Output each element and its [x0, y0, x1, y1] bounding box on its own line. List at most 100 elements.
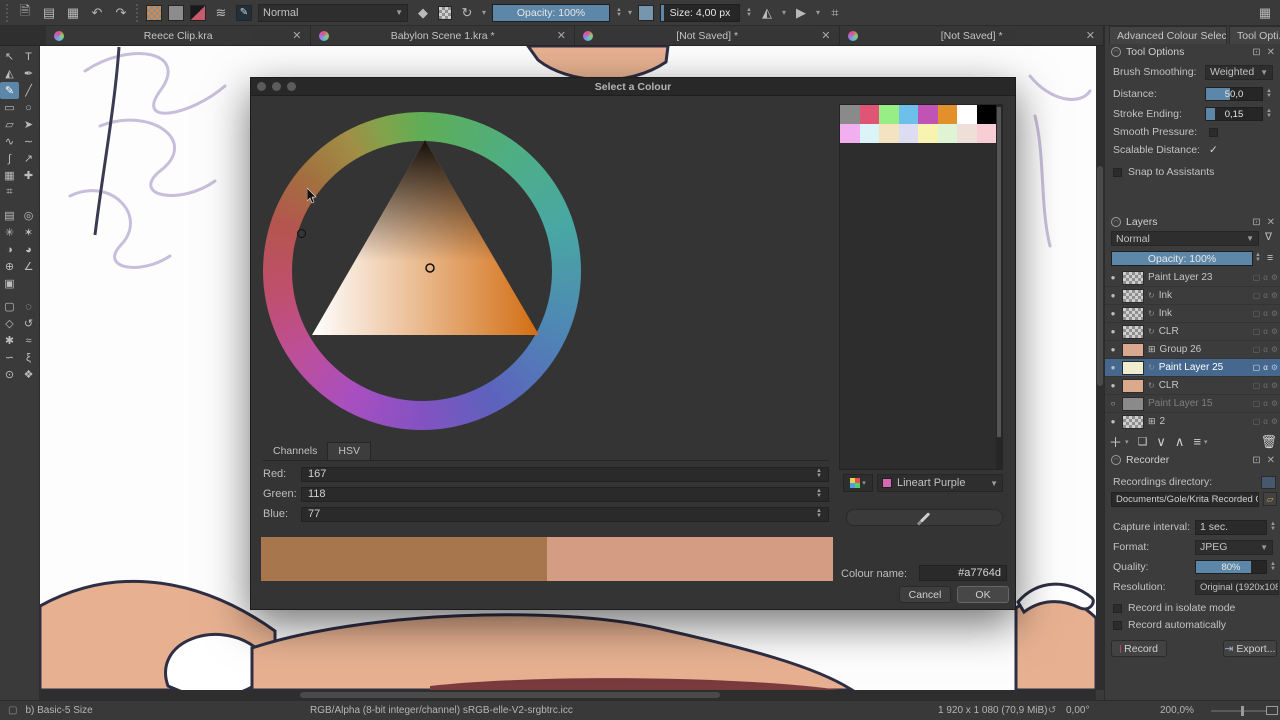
tab-reece-clip[interactable]: Reece Clip.kra ✕	[46, 26, 311, 45]
bezier-select-tool[interactable]: ∽	[0, 349, 19, 366]
palette-swatch-11[interactable]	[899, 124, 919, 143]
smart-patch-tool[interactable]: ✶	[19, 224, 38, 241]
new-document-button[interactable]: 🗎	[16, 4, 34, 22]
layer-style-icon[interactable]: ⚙	[1271, 327, 1278, 336]
layer-style-icon[interactable]: ⚙	[1271, 345, 1278, 354]
export-button[interactable]: ⇥ Export...	[1223, 640, 1277, 657]
layer-row-4[interactable]: ●⊞Group 26▢α⚙	[1105, 341, 1280, 359]
opacity-spinner[interactable]: ▲▼	[616, 8, 622, 18]
inherit-alpha-icon[interactable]: ↻	[1148, 291, 1155, 300]
capture-interval-input[interactable]: 1 sec.	[1195, 520, 1267, 535]
group-folder-icon[interactable]: ⊞	[1148, 416, 1156, 427]
layer-visibility-icon[interactable]: ●	[1108, 363, 1118, 372]
recordings-path-input[interactable]: Documents/Gole/Krita Recorded Clips	[1111, 492, 1259, 507]
quality-spinner[interactable]: ▲▼	[1270, 562, 1276, 572]
close-icon[interactable]: ✕	[1267, 217, 1275, 228]
blue-spinner[interactable]: ▲▼	[816, 509, 822, 519]
line-tool[interactable]: ╱	[19, 82, 38, 99]
tab-advanced-colour-selector[interactable]: Advanced Colour Selec...	[1109, 26, 1227, 44]
tab-hsv[interactable]: HSV	[327, 442, 371, 460]
green-input[interactable]: 118 ▲▼	[301, 487, 829, 502]
record-button[interactable]: Record	[1111, 640, 1167, 657]
alpha-lock-icon[interactable]: α	[1263, 309, 1268, 318]
layer-style-icon[interactable]: ⚙	[1271, 363, 1278, 372]
brush-preset-label[interactable]: b) Basic-5 Size	[25, 705, 92, 716]
fill-tool[interactable]: ◑	[0, 241, 19, 258]
brush-settings-button[interactable]: ≋	[212, 4, 230, 22]
lock-icon[interactable]: ▢	[1253, 399, 1261, 408]
calligraphy-tool[interactable]: ✒	[19, 65, 38, 82]
move-layer-down-button[interactable]: ∨	[1156, 434, 1166, 450]
similar-select-tool[interactable]: ≈	[19, 332, 38, 349]
layer-blend-mode-dropdown[interactable]: Normal ▼	[1111, 231, 1259, 246]
canvas-angle-value[interactable]: 0,00°	[1066, 705, 1089, 716]
rotate-canvas-icon[interactable]: ↺	[1048, 705, 1056, 716]
layer-row-7[interactable]: ○Paint Layer 15▢α⚙	[1105, 395, 1280, 413]
layer-row-0[interactable]: ●Paint Layer 23▢α⚙	[1105, 269, 1280, 287]
lock-icon[interactable]: ▢	[1253, 363, 1261, 372]
resolution-dropdown[interactable]: Original (1920x1080) ▼	[1195, 580, 1279, 595]
brush-smoothing-dropdown[interactable]: Weighted ▼	[1205, 65, 1273, 80]
alpha-lock-icon[interactable]: α	[1263, 417, 1268, 426]
ok-button[interactable]: OK	[957, 586, 1009, 603]
transform-tool[interactable]: ▦	[0, 167, 19, 184]
layer-row-1[interactable]: ●↻Ink▢α⚙	[1105, 287, 1280, 305]
select-shapes-tool[interactable]: ↖	[0, 48, 19, 65]
layer-visibility-icon[interactable]: ●	[1108, 417, 1118, 426]
canvas-vertical-scrollbar[interactable]	[1096, 46, 1104, 690]
tab-channels[interactable]: Channels	[263, 443, 327, 460]
green-spinner[interactable]: ▲▼	[816, 489, 822, 499]
alpha-lock-icon[interactable]: α	[1263, 291, 1268, 300]
layer-filter-icon[interactable]: ∇	[1265, 231, 1272, 243]
flow-swatch[interactable]	[638, 5, 654, 21]
stroke-ending-slider[interactable]: 0,15	[1205, 107, 1263, 121]
pan-tool[interactable]: ❖	[19, 366, 38, 383]
stroke-ending-spinner[interactable]: ▲▼	[1266, 109, 1272, 119]
layer-row-5[interactable]: ●↻Paint Layer 25▢α⚙	[1105, 359, 1280, 377]
alpha-lock-icon[interactable]: α	[1263, 273, 1268, 282]
assistants-tool[interactable]: ⊕	[0, 258, 19, 275]
palette-swatch-14[interactable]	[957, 124, 977, 143]
rect-select-tool[interactable]: ▢	[0, 298, 19, 315]
magnetic-select-tool[interactable]: ξ	[19, 349, 38, 366]
layer-style-icon[interactable]: ⚙	[1271, 309, 1278, 318]
tab-babylon-scene[interactable]: Babylon Scene 1.kra * ✕	[311, 26, 576, 45]
saturation-triangle[interactable]	[306, 133, 546, 343]
palette-swatch-6[interactable]	[957, 105, 977, 124]
layer-visibility-icon[interactable]: ●	[1108, 381, 1118, 390]
close-icon[interactable]: ✕	[549, 29, 566, 42]
palette-chooser-button[interactable]: ▾	[843, 474, 873, 492]
layer-properties-button[interactable]: ≡	[1193, 434, 1201, 449]
palette-swatch-12[interactable]	[918, 124, 938, 143]
layer-style-icon[interactable]: ⚙	[1271, 291, 1278, 300]
contiguous-select-tool[interactable]: ✱	[0, 332, 19, 349]
gradient-chooser-button[interactable]	[146, 5, 162, 21]
blending-mode-dropdown[interactable]: Normal ▼	[258, 4, 408, 22]
float-docker-icon[interactable]: ⊡	[1252, 455, 1260, 466]
measure-tool[interactable]: ∠	[19, 258, 38, 275]
alpha-lock-icon[interactable]: α	[1263, 381, 1268, 390]
pattern-tool[interactable]: ✳	[0, 224, 19, 241]
gradient-tool[interactable]: ▤	[0, 207, 19, 224]
distance-slider[interactable]: 50,0	[1205, 87, 1263, 101]
record-automatically-checkbox[interactable]	[1113, 621, 1122, 630]
zoom-slider[interactable]	[1211, 710, 1267, 712]
layer-style-icon[interactable]: ⚙	[1271, 399, 1278, 408]
snap-to-assistants-checkbox[interactable]	[1113, 168, 1122, 177]
ellipse-select-tool[interactable]: ◌	[19, 298, 38, 315]
undo-button[interactable]: ↶	[88, 4, 106, 22]
tab-tool-options[interactable]: Tool Opti...	[1229, 26, 1280, 44]
reference-images-tool[interactable]: ▣	[0, 275, 19, 292]
format-dropdown[interactable]: JPEG ▼	[1195, 540, 1273, 555]
bezier-curve-tool[interactable]: ∿	[0, 133, 19, 150]
alpha-lock-icon[interactable]: α	[1263, 399, 1268, 408]
inherit-alpha-icon[interactable]: ↻	[1148, 381, 1155, 390]
tab-not-saved-2[interactable]: [Not Saved] * ✕	[840, 26, 1105, 45]
rectangle-tool[interactable]: ▭	[0, 99, 19, 116]
palette-swatch-8[interactable]	[840, 124, 860, 143]
float-docker-icon[interactable]: ⊡	[1252, 217, 1260, 228]
lock-icon[interactable]: ▢	[1253, 381, 1261, 390]
enclose-fill-tool[interactable]: ◕	[19, 241, 38, 258]
palette-swatch-2[interactable]	[879, 105, 899, 124]
edit-shapes-tool[interactable]: ◭	[0, 65, 19, 82]
